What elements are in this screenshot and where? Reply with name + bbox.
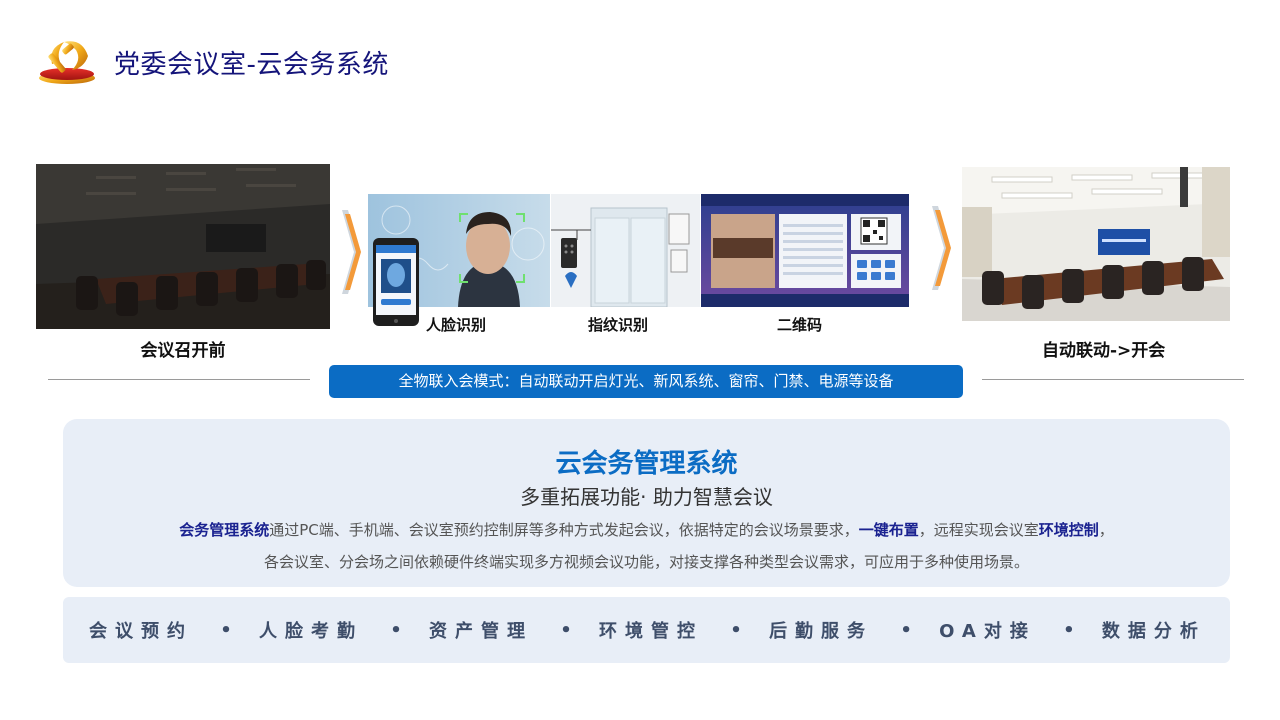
chevron-right-icon [932,206,951,290]
feature-item: 后勤服务 [769,621,874,642]
divider-right [982,379,1244,380]
meeting-room-after-photo [962,167,1230,321]
party-emblem-icon [39,41,95,84]
feature-item: OA对接 [939,621,1036,642]
panel-subtitle: 多重拓展功能· 助力智慧会议 [520,485,773,509]
highlight-one-key: 一键布置 [858,521,919,539]
desc-text: ，远程实现会议室 [918,521,1039,539]
desc-text: ， [1098,521,1114,539]
separator-dot: • [730,619,742,641]
panel-title: 云会务管理系统 [555,449,738,479]
feature-item: 环境管控 [599,621,704,642]
chevron-right-icon [342,210,361,294]
meeting-room-before-photo [36,164,330,329]
feature-item: 人脸考勤 [259,621,364,642]
separator-dot: • [560,619,572,641]
cloud-meeting-panel: 云会务管理系统 多重拓展功能· 助力智慧会议 会务管理系统通过PC端、手机端、会… [63,419,1230,587]
qr-code-caption: 二维码 [777,316,823,334]
mode-banner: 全物联入会模式：自动联动开启灯光、新风系统、窗帘、门禁、电源等设备 [329,365,963,398]
fingerprint-caption: 指纹识别 [588,316,649,334]
separator-dot: • [1063,619,1075,641]
highlight-system: 会务管理系统 [179,521,270,539]
phone-app-image [373,238,419,326]
separator-dot: • [900,619,912,641]
divider-left [48,379,310,380]
qr-code-screen-image [701,194,909,307]
separator-dot: • [220,619,232,641]
face-recognition-caption: 人脸识别 [426,316,487,334]
page-title: 党委会议室-云会务系统 [114,50,389,80]
feature-item: 数据分析 [1101,621,1206,642]
feature-item: 会议预约 [89,621,193,642]
highlight-env-control: 环境控制 [1038,521,1099,539]
desc-line-2: 各会议室、分会场之间依赖硬件终端实现多方视频会议功能，对接支撑各种类型会议需求，… [263,553,1029,571]
feature-bar: 会议预约 • 人脸考勤 • 资产管理 • 环境管控 • 后勤服务 • OA对接 … [63,597,1230,663]
desc-text: 通过PC端、手机端、会议室预约控制屏等多种方式发起会议，依据特定的会议场景要求， [269,521,859,539]
panel-description: 会务管理系统通过PC端、手机端、会议室预约控制屏等多种方式发起会议，依据特定的会… [83,514,1210,578]
fingerprint-door-image [551,194,700,307]
feature-item: 资产管理 [429,621,534,642]
after-caption: 自动联动->开会 [1042,341,1166,361]
before-caption: 会议召开前 [140,341,226,361]
separator-dot: • [390,619,402,641]
